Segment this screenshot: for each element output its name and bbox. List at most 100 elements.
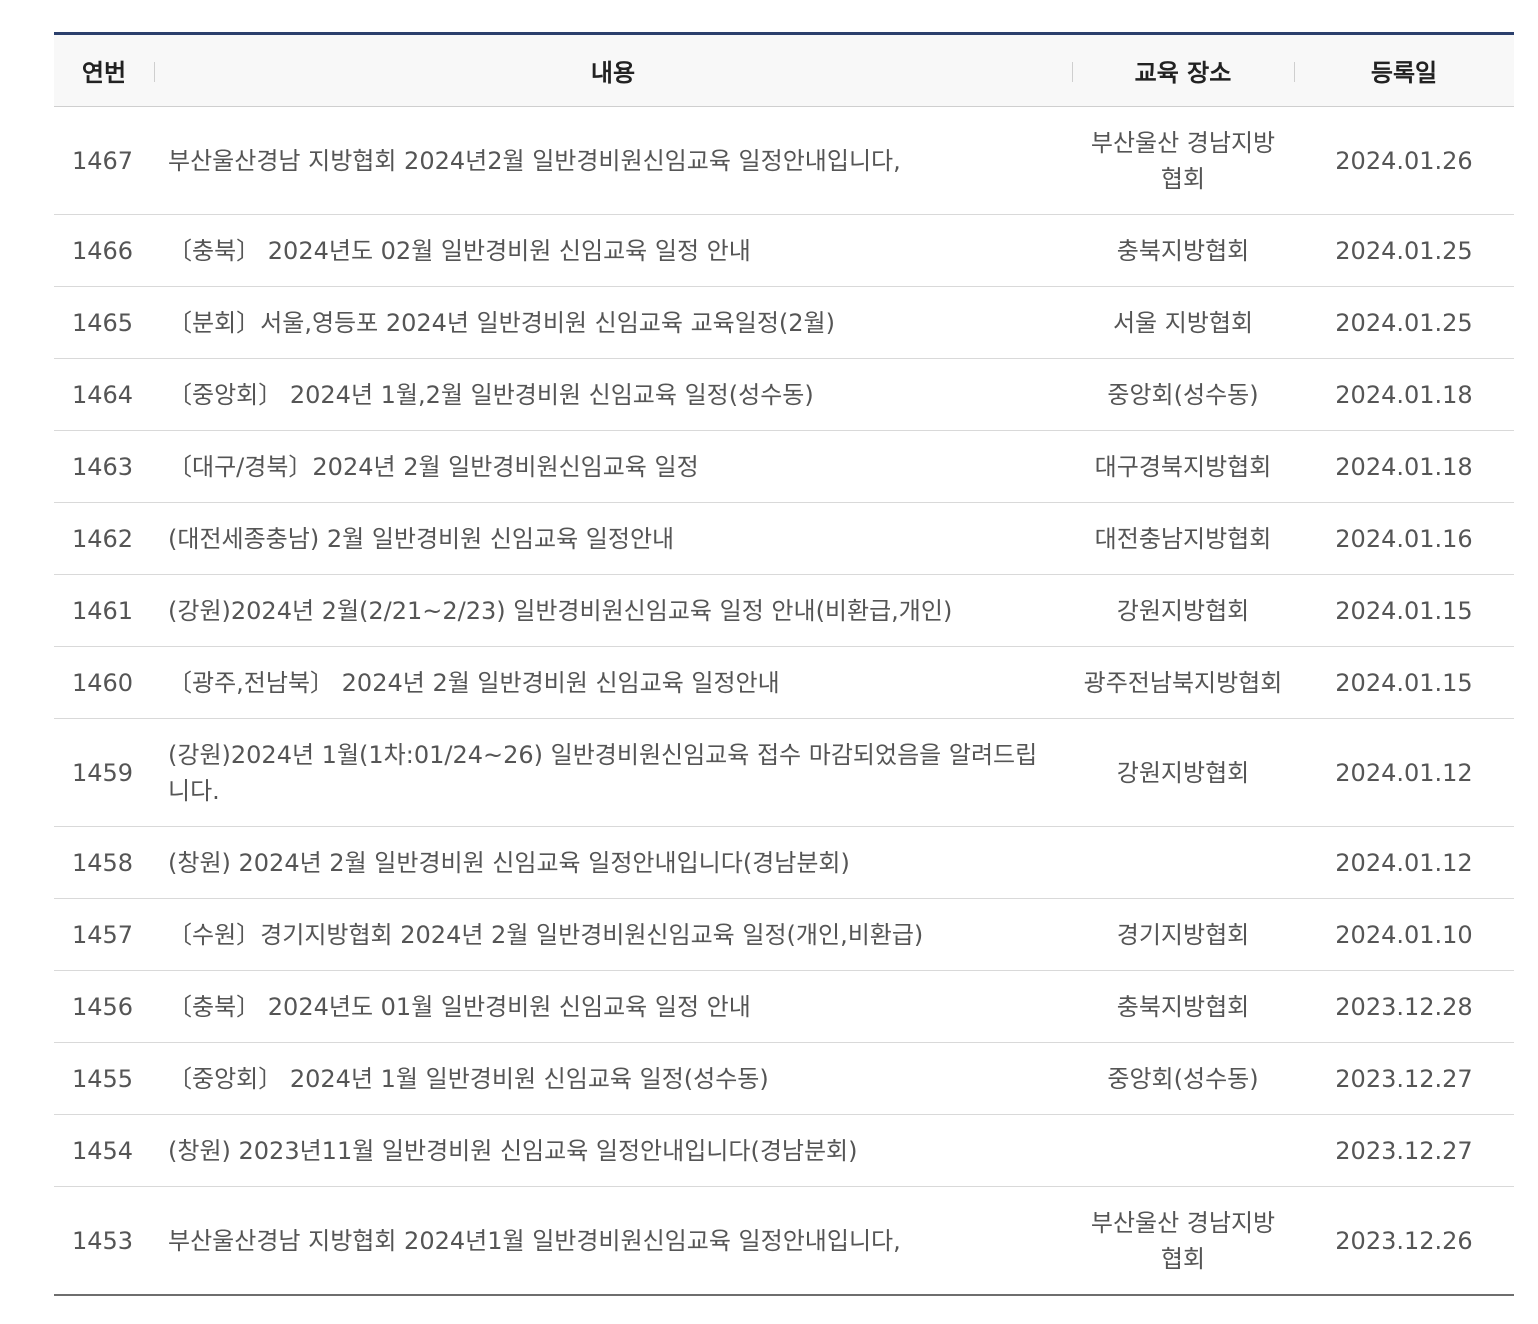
row-place: 서울 지방협회 [1112, 308, 1254, 337]
row-place: 중앙회(성수동) [1107, 380, 1259, 409]
row-title-cell: (창원) 2024년 2월 일반경비원 신임교육 일정안내입니다(경남분회) [154, 827, 1072, 899]
notice-board: 연번 내용 교육 장소 등록일 1467 부산울산경남 지방협회 2024년2월… [54, 32, 1514, 1296]
row-place: 중앙회(성수동) [1107, 1064, 1259, 1093]
row-number: 1467 [72, 146, 134, 175]
row-number: 1458 [72, 848, 134, 877]
row-title-cell: 〔대구/경북〕2024년 2월 일반경비원신임교육 일정 [154, 431, 1072, 503]
table-row[interactable]: 1457 〔수원〕경기지방협회 2024년 2월 일반경비원신임교육 일정(개인… [54, 899, 1514, 971]
row-place: 충북지방협회 [1116, 236, 1250, 265]
table-row[interactable]: 1455 〔중앙회〕 2024년 1월 일반경비원 신임교육 일정(성수동) 중… [54, 1043, 1514, 1115]
row-title-link[interactable]: 〔대구/경북〕2024년 2월 일반경비원신임교육 일정 [168, 453, 699, 481]
row-number: 1461 [72, 596, 134, 625]
row-title-link[interactable]: 〔수원〕경기지방협회 2024년 2월 일반경비원신임교육 일정(개인,비환급) [168, 921, 923, 949]
header-date-label: 등록일 [1370, 59, 1438, 87]
row-date: 2024.01.15 [1335, 596, 1473, 625]
row-title-cell: 〔분회〕서울,영등포 2024년 일반경비원 신임교육 교육일정(2월) [154, 287, 1072, 359]
row-date: 2023.12.26 [1335, 1226, 1473, 1255]
row-date: 2024.01.15 [1335, 668, 1473, 697]
row-title-link[interactable]: (강원)2024년 1월(1차:01/24~26) 일반경비원신임교육 접수 마… [168, 741, 1037, 805]
row-date: 2023.12.27 [1335, 1064, 1473, 1093]
schedule-table: 연번 내용 교육 장소 등록일 1467 부산울산경남 지방협회 2024년2월… [54, 32, 1514, 1296]
row-title-cell: 〔중앙회〕 2024년 1월,2월 일반경비원 신임교육 일정(성수동) [154, 359, 1072, 431]
header-title: 내용 [154, 33, 1072, 107]
row-number: 1464 [72, 380, 134, 409]
row-title-cell: (강원)2024년 2월(2/21~2/23) 일반경비원신임교육 일정 안내(… [154, 575, 1072, 647]
row-number: 1455 [72, 1064, 134, 1093]
row-place: 강원지방협회 [1116, 596, 1250, 625]
table-row[interactable]: 1464 〔중앙회〕 2024년 1월,2월 일반경비원 신임교육 일정(성수동… [54, 359, 1514, 431]
row-title-link[interactable]: (대전세종충남) 2월 일반경비원 신임교육 일정안내 [168, 525, 674, 553]
header-title-label: 내용 [590, 59, 636, 87]
row-place [1072, 827, 1294, 899]
row-title-cell: 〔광주,전남북〕 2024년 2월 일반경비원 신임교육 일정안내 [154, 647, 1072, 719]
row-title-link[interactable]: (강원)2024년 2월(2/21~2/23) 일반경비원신임교육 일정 안내(… [168, 597, 952, 625]
row-place: 대전충남지방협회 [1094, 524, 1272, 553]
table-row[interactable]: 1453 부산울산경남 지방협회 2024년1월 일반경비원신임교육 일정안내입… [54, 1187, 1514, 1296]
row-number: 1463 [72, 452, 134, 481]
row-title-link[interactable]: 부산울산경남 지방협회 2024년2월 일반경비원신임교육 일정안내입니다, [168, 147, 901, 175]
header-place: 교육 장소 [1072, 33, 1294, 107]
row-date: 2024.01.10 [1335, 920, 1473, 949]
row-place: 부산울산 경남지방협회 [1090, 128, 1276, 193]
row-title-cell: (창원) 2023년11월 일반경비원 신임교육 일정안내입니다(경남분회) [154, 1115, 1072, 1187]
row-place [1072, 1115, 1294, 1187]
table-row[interactable]: 1467 부산울산경남 지방협회 2024년2월 일반경비원신임교육 일정안내입… [54, 107, 1514, 215]
row-title-link[interactable]: 〔중앙회〕 2024년 1월,2월 일반경비원 신임교육 일정(성수동) [168, 381, 814, 409]
row-place: 광주전남북지방협회 [1083, 668, 1283, 697]
row-place: 충북지방협회 [1116, 992, 1250, 1021]
row-title-link[interactable]: 〔충북〕 2024년도 02월 일반경비원 신임교육 일정 안내 [168, 237, 751, 265]
row-title-cell: 〔충북〕 2024년도 02월 일반경비원 신임교육 일정 안내 [154, 215, 1072, 287]
row-place: 강원지방협회 [1116, 758, 1250, 787]
header-date: 등록일 [1294, 33, 1514, 107]
row-title-link[interactable]: 부산울산경남 지방협회 2024년1월 일반경비원신임교육 일정안내입니다, [168, 1227, 901, 1255]
row-date: 2024.01.25 [1335, 308, 1473, 337]
row-number: 1454 [72, 1136, 134, 1165]
row-date: 2024.01.16 [1335, 524, 1473, 553]
row-place: 경기지방협회 [1116, 920, 1250, 949]
table-row[interactable]: 1462 (대전세종충남) 2월 일반경비원 신임교육 일정안내 대전충남지방협… [54, 503, 1514, 575]
table-row[interactable]: 1460 〔광주,전남북〕 2024년 2월 일반경비원 신임교육 일정안내 광… [54, 647, 1514, 719]
header-place-label: 교육 장소 [1134, 59, 1232, 87]
row-number: 1466 [72, 236, 134, 265]
table-row[interactable]: 1466 〔충북〕 2024년도 02월 일반경비원 신임교육 일정 안내 충북… [54, 215, 1514, 287]
header-divider [154, 62, 155, 82]
row-title-link[interactable]: (창원) 2024년 2월 일반경비원 신임교육 일정안내입니다(경남분회) [168, 849, 850, 877]
table-row[interactable]: 1463 〔대구/경북〕2024년 2월 일반경비원신임교육 일정 대구경북지방… [54, 431, 1514, 503]
row-title-link[interactable]: 〔충북〕 2024년도 01월 일반경비원 신임교육 일정 안내 [168, 993, 751, 1021]
table-row[interactable]: 1459 (강원)2024년 1월(1차:01/24~26) 일반경비원신임교육… [54, 719, 1514, 827]
row-date: 2023.12.27 [1335, 1136, 1473, 1165]
row-number: 1457 [72, 920, 134, 949]
row-date: 2024.01.12 [1335, 848, 1473, 877]
table-body: 1467 부산울산경남 지방협회 2024년2월 일반경비원신임교육 일정안내입… [54, 107, 1514, 1296]
row-title-cell: (대전세종충남) 2월 일반경비원 신임교육 일정안내 [154, 503, 1072, 575]
row-title-cell: 〔충북〕 2024년도 01월 일반경비원 신임교육 일정 안내 [154, 971, 1072, 1043]
row-title-link[interactable]: 〔중앙회〕 2024년 1월 일반경비원 신임교육 일정(성수동) [168, 1065, 769, 1093]
row-number: 1459 [72, 758, 134, 787]
row-date: 2024.01.18 [1335, 380, 1473, 409]
row-date: 2024.01.26 [1335, 146, 1473, 175]
row-title-link[interactable]: (창원) 2023년11월 일반경비원 신임교육 일정안내입니다(경남분회) [168, 1137, 858, 1165]
header-divider [1294, 62, 1295, 82]
header-divider [1072, 62, 1073, 82]
table-row[interactable]: 1465 〔분회〕서울,영등포 2024년 일반경비원 신임교육 교육일정(2월… [54, 287, 1514, 359]
row-title-link[interactable]: 〔분회〕서울,영등포 2024년 일반경비원 신임교육 교육일정(2월) [168, 309, 835, 337]
table-row[interactable]: 1461 (강원)2024년 2월(2/21~2/23) 일반경비원신임교육 일… [54, 575, 1514, 647]
row-date: 2024.01.25 [1335, 236, 1473, 265]
row-number: 1465 [72, 308, 134, 337]
row-title-link[interactable]: 〔광주,전남북〕 2024년 2월 일반경비원 신임교육 일정안내 [168, 669, 780, 697]
table-row[interactable]: 1456 〔충북〕 2024년도 01월 일반경비원 신임교육 일정 안내 충북… [54, 971, 1514, 1043]
row-date: 2024.01.12 [1335, 758, 1473, 787]
row-number: 1456 [72, 992, 134, 1021]
row-number: 1462 [72, 524, 134, 553]
row-title-cell: 부산울산경남 지방협회 2024년2월 일반경비원신임교육 일정안내입니다, [154, 107, 1072, 215]
row-title-cell: 〔중앙회〕 2024년 1월 일반경비원 신임교육 일정(성수동) [154, 1043, 1072, 1115]
row-place: 대구경북지방협회 [1094, 452, 1272, 481]
row-place: 부산울산 경남지방협회 [1090, 1208, 1276, 1273]
table-row[interactable]: 1458 (창원) 2024년 2월 일반경비원 신임교육 일정안내입니다(경남… [54, 827, 1514, 899]
row-title-cell: 부산울산경남 지방협회 2024년1월 일반경비원신임교육 일정안내입니다, [154, 1187, 1072, 1296]
table-header: 연번 내용 교육 장소 등록일 [54, 33, 1514, 107]
row-number: 1460 [72, 668, 134, 697]
table-row[interactable]: 1454 (창원) 2023년11월 일반경비원 신임교육 일정안내입니다(경남… [54, 1115, 1514, 1187]
row-date: 2024.01.18 [1335, 452, 1473, 481]
row-title-cell: 〔수원〕경기지방협회 2024년 2월 일반경비원신임교육 일정(개인,비환급) [154, 899, 1072, 971]
